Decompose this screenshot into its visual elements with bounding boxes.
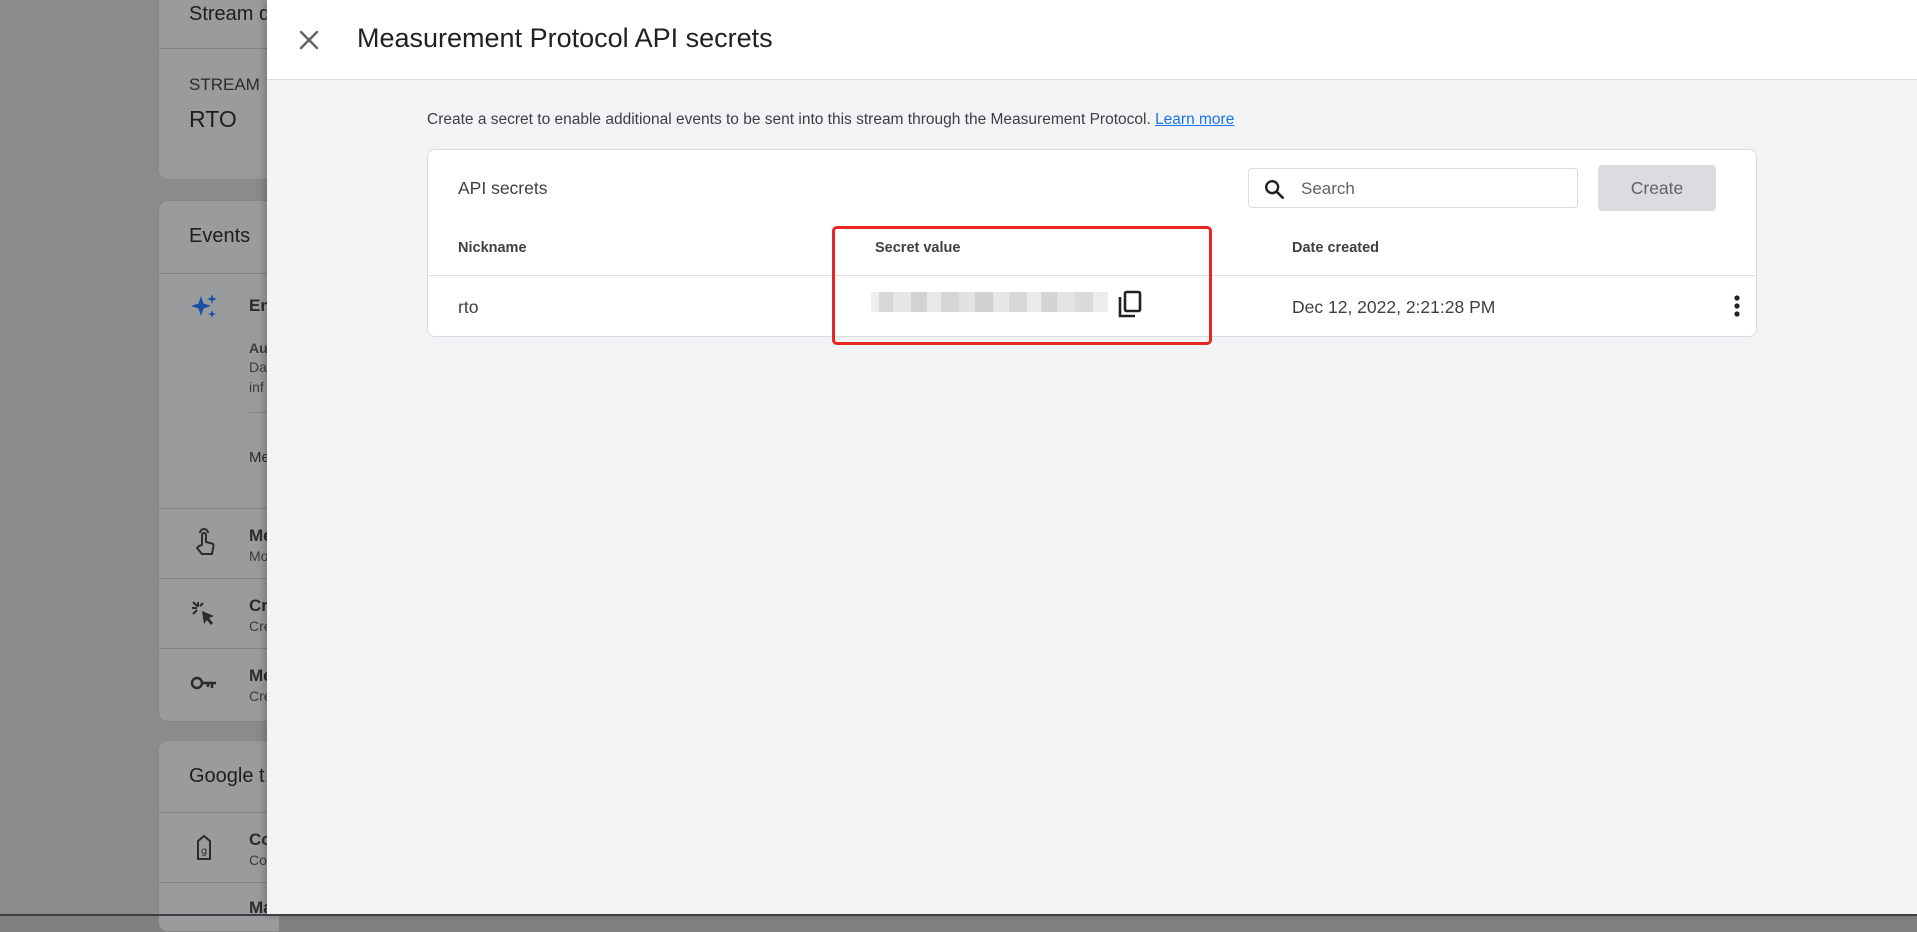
- divider: [158, 273, 278, 274]
- stream-label: STREAM: [189, 75, 260, 94]
- row-date-created: Dec 12, 2022, 2:21:28 PM: [1292, 297, 1496, 317]
- click-icon: [192, 601, 214, 625]
- search-box: [1248, 168, 1578, 209]
- close-icon[interactable]: [297, 28, 321, 52]
- search-input[interactable]: [1299, 169, 1573, 209]
- secret-value-redacted: [871, 292, 1108, 312]
- tag-icon: g: [197, 835, 211, 860]
- divider: [158, 578, 278, 579]
- description-text: Create a secret to enable additional eve…: [427, 111, 1151, 128]
- divider: [158, 812, 278, 813]
- more-vert-icon[interactable]: [1724, 293, 1750, 319]
- svg-text:g: g: [201, 846, 207, 857]
- divider: [158, 648, 278, 649]
- learn-more-link[interactable]: Learn more: [1155, 111, 1234, 128]
- enhanced-line-1: Au: [249, 340, 268, 356]
- enhanced-line-3: inf: [249, 379, 264, 395]
- divider: [158, 882, 278, 883]
- search-icon: [1265, 180, 1284, 199]
- touch-icon: [196, 528, 215, 555]
- column-header-date-created[interactable]: Date created: [1292, 240, 1379, 256]
- sparkle-icon: [191, 294, 217, 318]
- key-icon: [190, 676, 216, 690]
- row-nickname: rto: [458, 297, 479, 317]
- events-title: Events: [189, 225, 251, 247]
- column-header-nickname[interactable]: Nickname: [458, 240, 527, 256]
- card-title: API secrets: [458, 178, 548, 198]
- bg-item-subtitle-1: Mo: [249, 548, 269, 564]
- stream-details-title: Stream d: [189, 3, 271, 25]
- divider: [158, 48, 278, 49]
- enhanced-line-2: Da: [249, 359, 267, 375]
- api-secrets-card: API secrets Create Nickname Secret value…: [427, 149, 1757, 337]
- column-header-secret-value[interactable]: Secret value: [875, 240, 960, 256]
- create-button[interactable]: Create: [1598, 165, 1716, 211]
- panel-description: Create a secret to enable additional eve…: [427, 111, 1234, 129]
- panel-title: Measurement Protocol API secrets: [357, 23, 773, 53]
- stream-name: RTO: [189, 106, 237, 132]
- divider: [158, 508, 278, 509]
- header-divider: [428, 275, 1756, 276]
- panel-header: Measurement Protocol API secrets: [267, 0, 1917, 80]
- google-tag-title: Google t: [189, 765, 265, 787]
- bg-tag-subtitle-1: Co: [249, 852, 267, 868]
- copy-icon[interactable]: [1115, 289, 1145, 319]
- api-secrets-panel: Measurement Protocol API secrets Create …: [267, 0, 1917, 914]
- bg-item-title-2: Cr: [249, 596, 268, 615]
